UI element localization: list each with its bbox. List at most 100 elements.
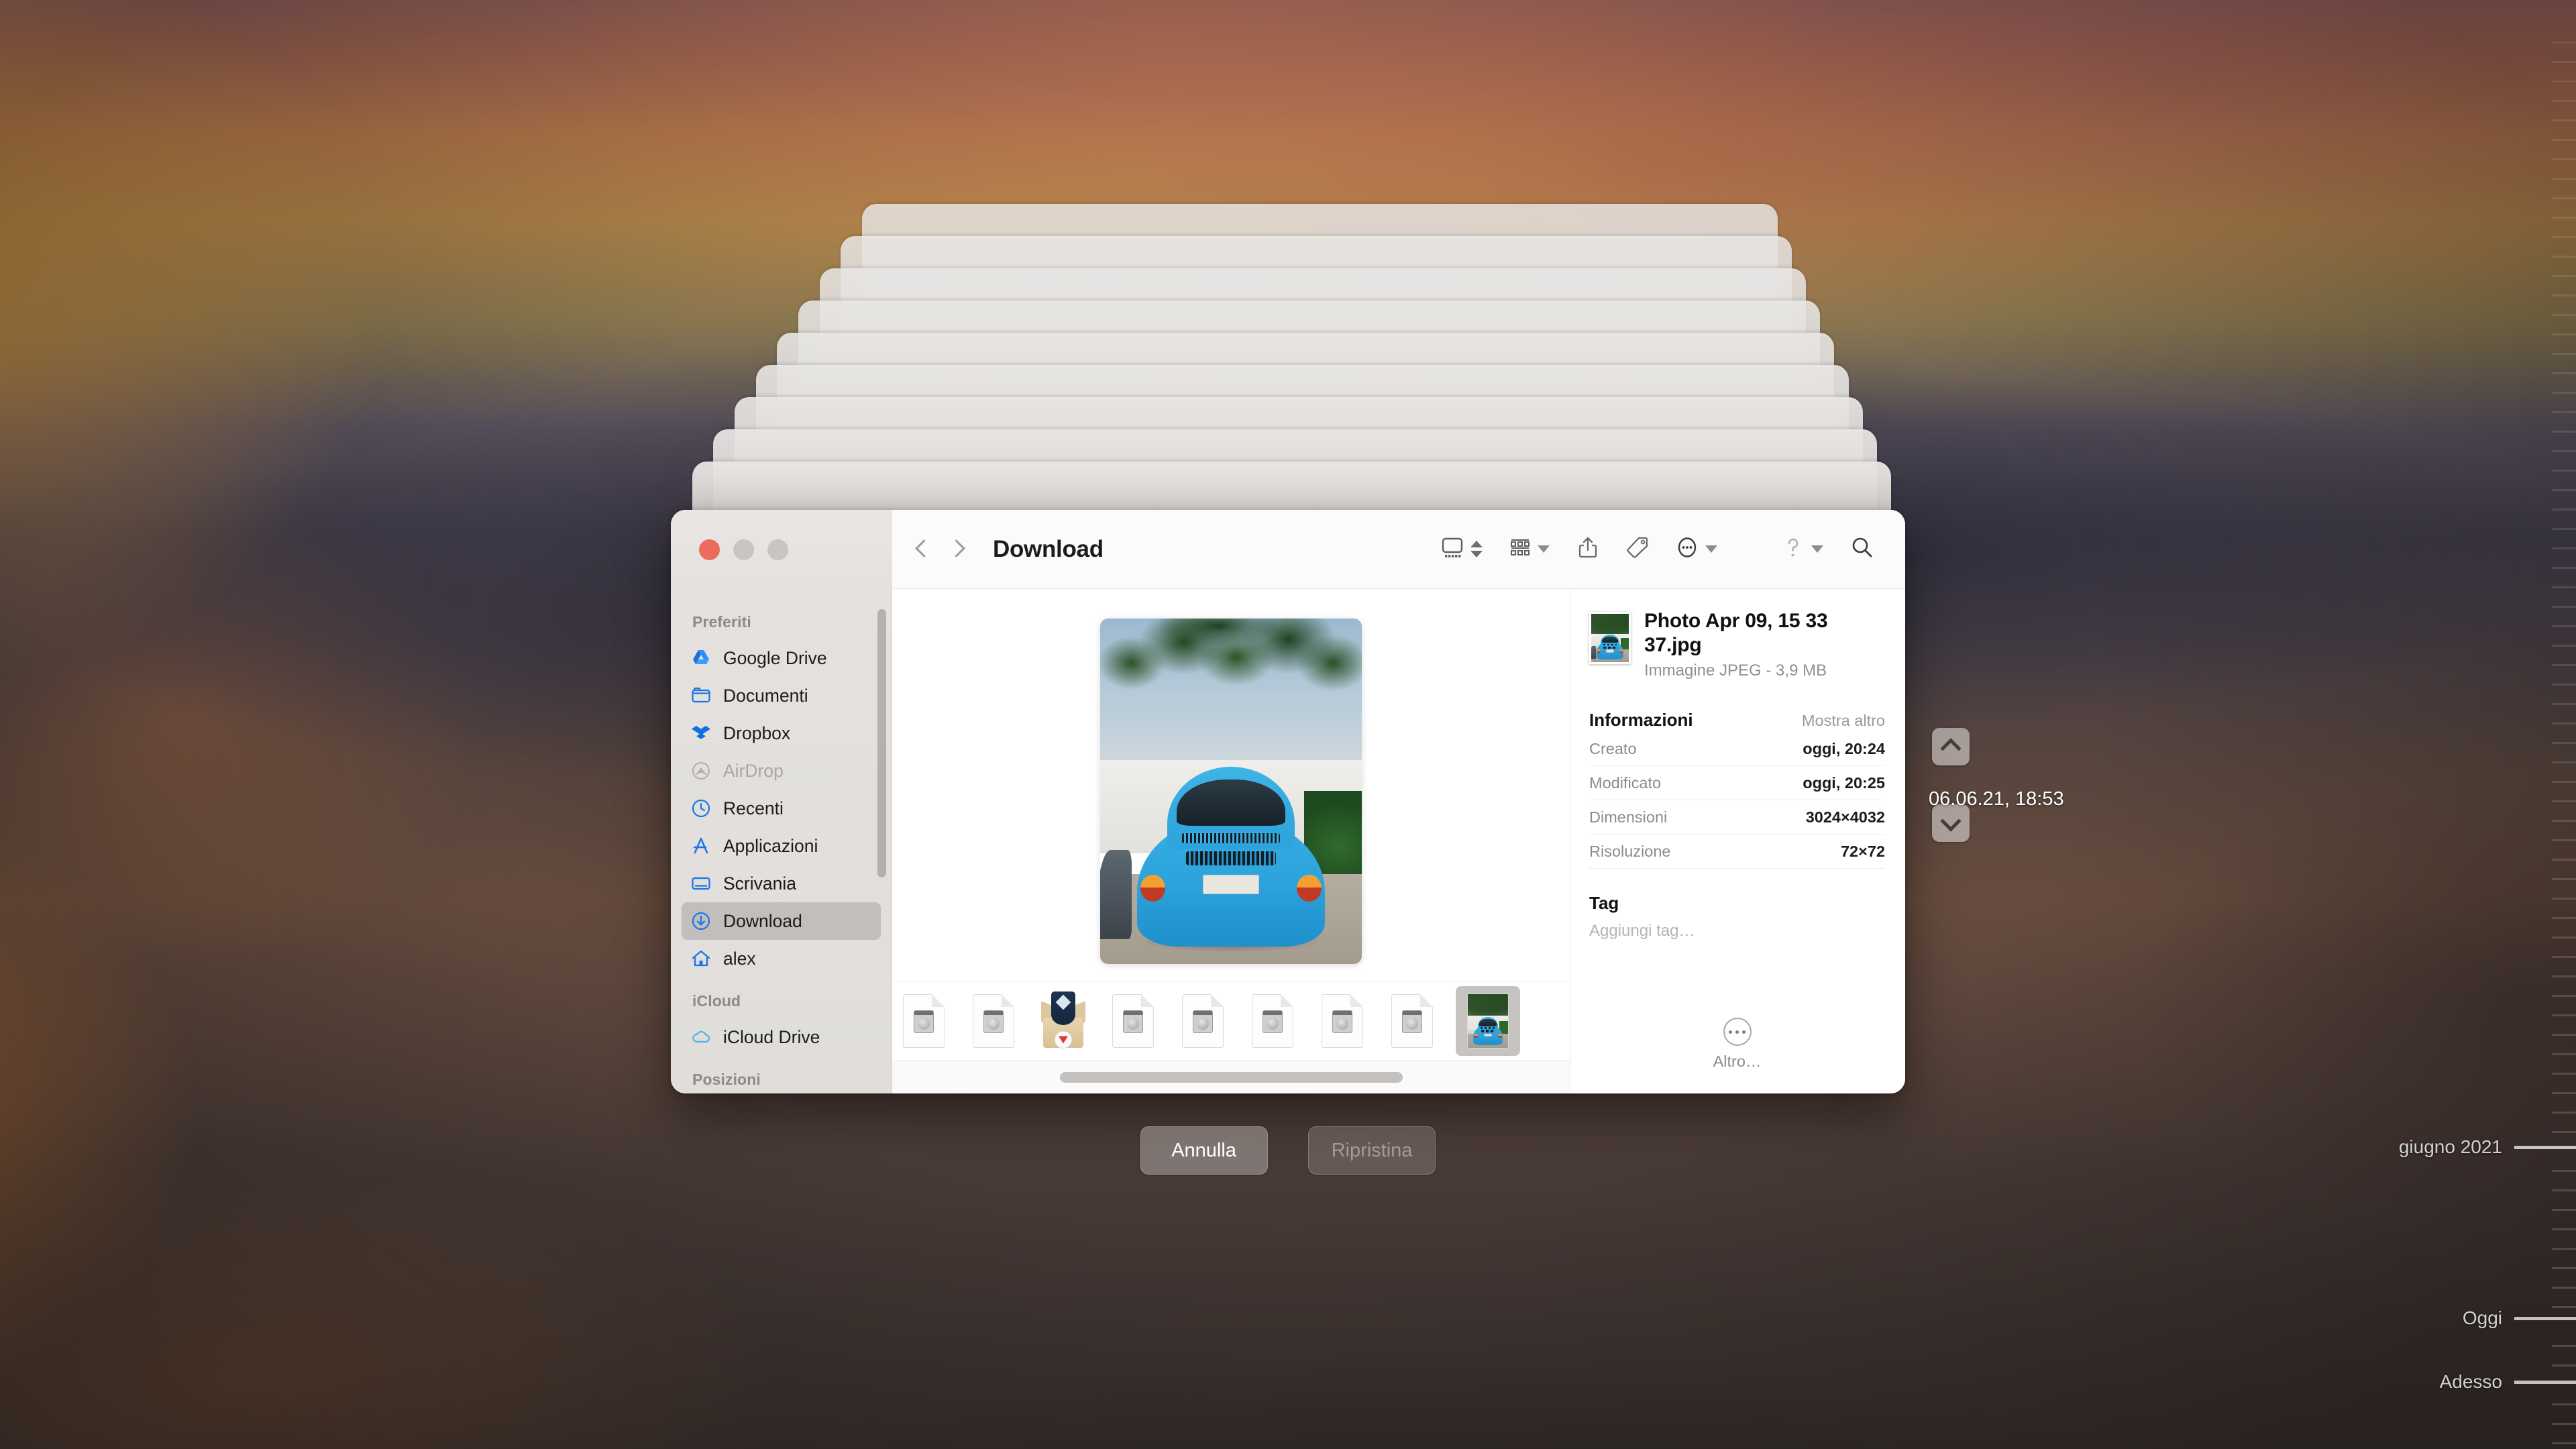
timeline-tick[interactable]: [2552, 1073, 2576, 1075]
show-more-link[interactable]: Mostra altro: [1802, 712, 1885, 730]
timeline-tick[interactable]: [2552, 625, 2576, 627]
add-tag-input[interactable]: Aggiungi tag…: [1589, 922, 1885, 941]
timeline-tick[interactable]: [2552, 1209, 2576, 1211]
timeline-tick[interactable]: [2552, 411, 2576, 413]
timeline-tick[interactable]: [2552, 936, 2576, 938]
more-section[interactable]: Altro…: [1589, 1018, 1885, 1093]
timeline-label[interactable]: Oggi: [2463, 1307, 2502, 1329]
timeline-tick[interactable]: [2552, 61, 2576, 63]
timeline-tick[interactable]: [2552, 1267, 2576, 1269]
zoom-button[interactable]: [767, 539, 788, 560]
timeline-tick[interactable]: [2552, 567, 2576, 569]
filmstrip-item[interactable]: [1177, 989, 1229, 1053]
timeline-tick[interactable]: [2552, 294, 2576, 297]
more-icon[interactable]: [1723, 1018, 1752, 1046]
timeline-tick[interactable]: [2552, 1228, 2576, 1230]
sidebar-item-dropbox[interactable]: Dropbox: [682, 714, 881, 752]
filmstrip-item[interactable]: [1316, 989, 1368, 1053]
timeline-tick[interactable]: [2552, 100, 2576, 102]
timeline-tick[interactable]: [2552, 1131, 2576, 1133]
timeline-tick[interactable]: [2552, 1403, 2576, 1405]
timeline-tick-major[interactable]: [2514, 1381, 2576, 1384]
timeline-tick[interactable]: [2552, 839, 2576, 841]
sidebar-scrollbar[interactable]: [877, 609, 886, 877]
sidebar-item-download[interactable]: Download: [682, 902, 881, 940]
search-button[interactable]: [1850, 536, 1873, 562]
previous-snapshot-button[interactable]: [1932, 728, 1970, 765]
sidebar-item-documenti[interactable]: Documenti: [682, 677, 881, 714]
filmstrip-item[interactable]: [1107, 989, 1159, 1053]
timeline-tick[interactable]: [2552, 1053, 2576, 1055]
timeline-tick[interactable]: [2552, 684, 2576, 686]
action-menu-button[interactable]: [1676, 536, 1717, 562]
tag-button[interactable]: [1626, 536, 1649, 562]
timeline-tick[interactable]: [2552, 178, 2576, 180]
sidebar-item-recenti[interactable]: Recenti: [682, 790, 881, 827]
snapshot-window-1[interactable]: [692, 462, 1891, 517]
timeline-tick[interactable]: [2552, 1112, 2576, 1114]
timeline-tick[interactable]: [2552, 1014, 2576, 1016]
timeline-tick[interactable]: [2552, 489, 2576, 491]
timeline-tick[interactable]: [2552, 470, 2576, 472]
timeline-tick[interactable]: [2552, 236, 2576, 238]
help-button[interactable]: [1782, 535, 1823, 563]
timeline-tick[interactable]: [2552, 1423, 2576, 1425]
sidebar-item-icloud-drive[interactable]: iCloud Drive: [682, 1018, 881, 1056]
close-button[interactable]: [699, 539, 720, 560]
sidebar-item-scrivania[interactable]: Scrivania: [682, 865, 881, 902]
timeline-tick[interactable]: [2552, 372, 2576, 374]
sidebar-item-google-drive[interactable]: Google Drive: [682, 639, 881, 677]
timeline-tick[interactable]: [2552, 898, 2576, 900]
timeline-tick[interactable]: [2552, 742, 2576, 744]
timeline-tick[interactable]: [2552, 42, 2576, 44]
chevron-down-icon[interactable]: [1705, 545, 1717, 553]
timeline-tick[interactable]: [2552, 586, 2576, 588]
timeline-tick[interactable]: [2552, 353, 2576, 355]
cancel-button[interactable]: Annulla: [1140, 1126, 1268, 1175]
timeline-tick[interactable]: [2552, 1306, 2576, 1308]
timeline-tick[interactable]: [2552, 1189, 2576, 1191]
filmstrip-item[interactable]: [1246, 989, 1299, 1053]
timeline-tick[interactable]: [2552, 664, 2576, 666]
timeline-tick[interactable]: [2552, 1034, 2576, 1036]
timeline-tick[interactable]: [2552, 703, 2576, 705]
timeline-tick[interactable]: [2552, 878, 2576, 880]
forward-icon[interactable]: [950, 538, 965, 561]
chevron-down-icon[interactable]: [1811, 545, 1823, 553]
timeline-tick[interactable]: [2552, 139, 2576, 141]
timeline-tick[interactable]: [2552, 1248, 2576, 1250]
share-button[interactable]: [1576, 536, 1599, 562]
timeline-tick[interactable]: [2552, 722, 2576, 724]
time-machine-finder-window[interactable]: Download Preferiti Google Drive Document…: [671, 510, 1905, 1093]
timeline-tick[interactable]: [2552, 1345, 2576, 1347]
timeline-tick[interactable]: [2552, 800, 2576, 802]
horizontal-scroll-area[interactable]: [892, 1060, 1570, 1093]
chevron-down-icon[interactable]: [1538, 545, 1550, 553]
timeline-tick[interactable]: [2552, 995, 2576, 997]
timeline-tick[interactable]: [2552, 528, 2576, 530]
filmstrip-item[interactable]: [1456, 985, 1520, 1056]
timeline-tick[interactable]: [2552, 392, 2576, 394]
finder-sidebar[interactable]: Preferiti Google Drive Documenti Dropbox Air…: [671, 589, 892, 1093]
arrange-button[interactable]: [1509, 537, 1550, 561]
sidebar-item-applicazioni[interactable]: Applicazioni: [682, 827, 881, 865]
filmstrip-item[interactable]: [1386, 989, 1438, 1053]
timeline-tick[interactable]: [2552, 1170, 2576, 1172]
timeline-label[interactable]: giugno 2021: [2399, 1136, 2502, 1158]
filmstrip-item[interactable]: [1037, 989, 1089, 1053]
time-machine-timeline[interactable]: giugno 2021 Oggi Adesso: [2399, 0, 2576, 1449]
timeline-tick[interactable]: [2552, 158, 2576, 160]
timeline-tick[interactable]: [2552, 508, 2576, 511]
timeline-tick[interactable]: [2552, 645, 2576, 647]
timeline-tick[interactable]: [2552, 859, 2576, 861]
timeline-tick[interactable]: [2552, 761, 2576, 763]
timeline-tick[interactable]: [2552, 1092, 2576, 1094]
timeline-tick[interactable]: [2552, 450, 2576, 452]
timeline-tick[interactable]: [2552, 217, 2576, 219]
timeline-tick[interactable]: [2552, 256, 2576, 258]
timeline-tick[interactable]: [2552, 917, 2576, 919]
timeline-tick[interactable]: [2552, 547, 2576, 549]
coverflow-filmstrip[interactable]: [892, 981, 1570, 1060]
view-stepper-icon[interactable]: [1470, 541, 1483, 557]
timeline-tick[interactable]: [2552, 781, 2576, 783]
